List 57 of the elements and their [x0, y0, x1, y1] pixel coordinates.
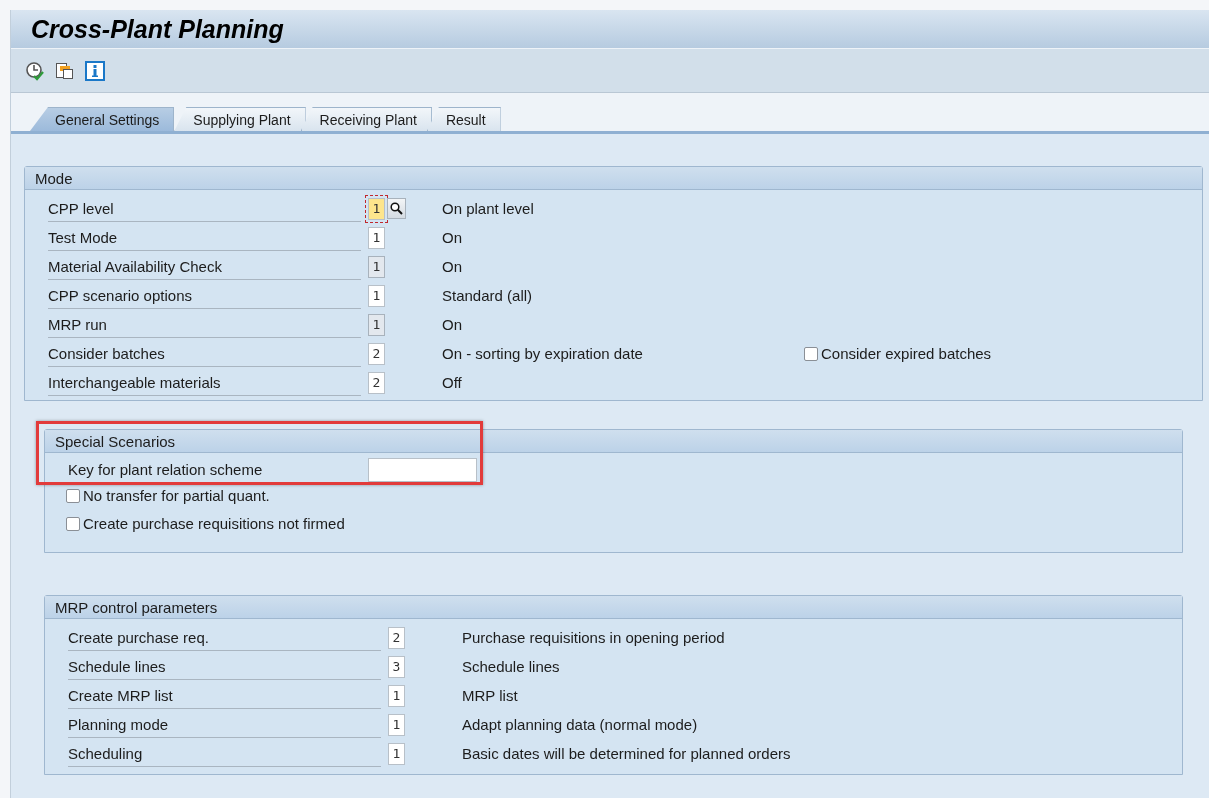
tab[interactable]: Supplying Plant [174, 107, 306, 131]
field-description: Adapt planning data (normal mode) [462, 716, 699, 733]
input-field[interactable]: 1 [368, 197, 385, 220]
search-help-button[interactable] [387, 198, 406, 219]
info-button[interactable] [84, 59, 106, 82]
field-label: Interchangeable materials [48, 373, 221, 391]
group-header: MRP control parameters [45, 596, 1182, 619]
field-description: On [442, 229, 463, 246]
input-field[interactable] [368, 457, 477, 482]
tab[interactable]: Result [426, 107, 501, 131]
input-field[interactable]: 2 [368, 342, 385, 365]
input-field[interactable]: 1 [368, 284, 385, 307]
copy-icon [55, 60, 75, 81]
field-label: MRP run [48, 315, 107, 333]
input-field[interactable]: 1 [368, 226, 385, 249]
search-icon [390, 202, 403, 215]
group-header: Mode [25, 167, 1202, 190]
field-description: MRP list [462, 687, 519, 704]
field-label: Planning mode [68, 715, 169, 733]
field-label: Material Availability Check [48, 257, 222, 275]
input-field[interactable]: 2 [368, 371, 385, 394]
field-description: On [442, 258, 463, 275]
clock-check-icon [25, 60, 45, 81]
field-description: Purchase requisitions in opening period [462, 629, 726, 646]
execute-button[interactable] [24, 59, 46, 82]
field-label: CPP level [48, 199, 114, 217]
field-description: On - sorting by expiration date [442, 345, 644, 362]
checkbox-label: Create purchase requisitions not firmed [83, 515, 345, 532]
field-description: On plant level [442, 200, 535, 217]
checkbox[interactable] [66, 488, 80, 503]
window-title: Cross-Plant Planning [31, 14, 284, 44]
field-label: Key for plant relation scheme [68, 460, 263, 478]
field-description: Basic dates will be determined for planned orders [462, 745, 792, 762]
field-description: Standard (all) [442, 287, 534, 304]
tab[interactable]: Receiving Plant [300, 107, 432, 131]
field-description: On [442, 316, 463, 333]
checkbox[interactable] [66, 516, 80, 531]
checkbox[interactable] [804, 346, 818, 361]
input-field[interactable]: 3 [388, 655, 405, 678]
field-label: Scheduling [68, 744, 143, 762]
info-icon [85, 60, 105, 81]
input-field[interactable]: 1 [388, 742, 405, 765]
group-header: Special Scenarios [45, 430, 1182, 453]
input-field[interactable]: 2 [388, 626, 405, 649]
field-description: Off [442, 374, 463, 391]
field-label: Test Mode [48, 228, 118, 246]
field-label: Schedule lines [68, 657, 166, 675]
input-field[interactable]: 1 [388, 684, 405, 707]
checkbox-label: Consider expired batches [821, 345, 992, 362]
tab[interactable]: General Settings [30, 107, 175, 131]
input-field[interactable]: 1 [388, 713, 405, 736]
field-label: Create purchase req. [68, 628, 209, 646]
field-label: Create MRP list [68, 686, 173, 704]
field-label: Consider batches [48, 344, 165, 362]
field-description: Schedule lines [462, 658, 561, 675]
checkbox-label: No transfer for partial quant. [83, 487, 270, 504]
field-label: CPP scenario options [48, 286, 192, 304]
